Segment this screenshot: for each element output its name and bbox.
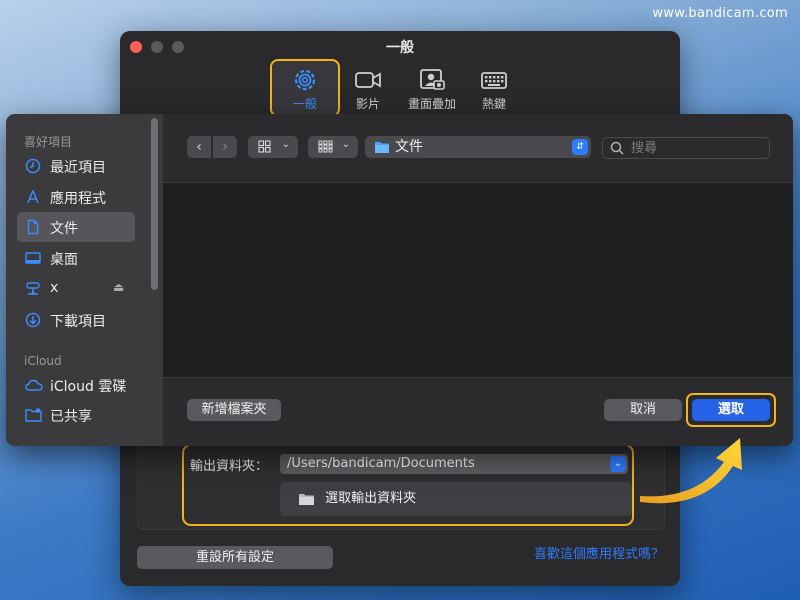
choose-output-folder-button[interactable]: 選取輸出資料夾 [280,482,632,516]
choose-button[interactable]: 選取 [692,399,770,421]
location-name: 文件 [395,139,423,155]
window-title: 一般 [386,40,414,56]
sidebar-scrollbar[interactable] [151,118,158,290]
sidebar-section-icloud: iCloud [24,354,62,368]
like-app-link[interactable]: 喜歡這個應用程式嗎？ [534,543,664,562]
view-mode-button[interactable]: ⌄ [248,136,298,158]
file-list[interactable] [163,183,793,377]
sidebar-item-label: 已共享 [50,409,92,425]
chevron-left-icon: ‹ [196,139,202,155]
gear-icon [294,69,316,91]
sidebar-item-label: iCloud 雲碟 [50,379,127,395]
sidebar-item-label: 下載項目 [50,314,106,330]
file-chooser-dialog: 喜好項目 最近項目 應用程式 文件 桌面 x ⏏ 下載項目 iCloud iCl… [6,114,793,446]
output-folder-select[interactable]: /Users/bandicam/Documents ⌄ [280,454,628,474]
reset-all-settings-button[interactable]: 重設所有設定 [137,546,333,569]
search-field[interactable] [602,137,770,159]
sidebar-item-recents[interactable]: 最近項目 [17,151,135,181]
search-icon [610,141,624,155]
sidebar-item-shared[interactable]: 已共享 [17,400,135,430]
tab-overlay[interactable]: 畫面疊加 [400,61,464,115]
tab-video[interactable]: 影片 [336,61,400,115]
tab-label: 熱鍵 [481,97,506,111]
new-folder-button[interactable]: 新增檔案夾 [187,399,281,421]
output-folder-label: 輸出資料夾： [190,459,269,474]
cancel-button[interactable]: 取消 [604,399,682,421]
document-icon [27,219,39,235]
chevron-down-icon: ⌄ [341,139,350,150]
sidebar-item-label: 應用程式 [50,191,106,207]
group-mode-button[interactable]: ⌄ [308,136,358,158]
webcam-overlay-icon [420,69,445,90]
chevron-down-icon: ⌄ [281,139,290,150]
output-folder-path: /Users/bandicam/Documents [287,456,475,471]
tab-general[interactable]: 一般 [270,59,340,117]
chevron-down-icon: ⌄ [610,456,626,472]
shared-folder-icon [25,408,42,422]
location-popup[interactable]: 文件 ⇵ [365,136,591,158]
watermark: www.bandicam.com [652,6,788,21]
download-icon [25,312,41,328]
sidebar-section-favorites: 喜好項目 [24,135,73,149]
back-button[interactable]: ‹ [187,136,211,158]
tab-label: 畫面疊加 [407,97,456,111]
annotation-arrow-icon [640,438,742,504]
sidebar-item-label: 桌面 [50,252,78,268]
settings-tabs: 一般 影片 畫面疊加 熱鍵 [120,59,680,117]
eject-icon[interactable]: ⏏ [113,280,124,294]
forward-button[interactable]: › [213,136,237,158]
chevron-right-icon: › [222,139,228,155]
sidebar: 喜好項目 最近項目 應用程式 文件 桌面 x ⏏ 下載項目 iCloud iCl… [6,114,163,446]
dialog-toolbar: ‹ › ⌄ ⌄ 文件 ⇵ 搜尋 [163,114,793,183]
cloud-icon [25,379,43,391]
sidebar-item-label: x [50,280,59,296]
icon-view-grid-icon [258,140,271,153]
sidebar-item-label: 最近項目 [50,160,106,176]
folder-icon [299,493,314,505]
tab-hotkeys[interactable]: 熱鍵 [462,61,526,115]
sidebar-item-applications[interactable]: 應用程式 [17,182,135,212]
sidebar-item-downloads[interactable]: 下載項目 [17,305,135,335]
folder-icon [375,142,389,153]
up-down-chevron-icon: ⇵ [572,139,588,155]
tab-label: 影片 [355,97,380,111]
network-drive-icon [26,282,40,295]
choose-output-folder-label: 選取輸出資料夾 [325,491,417,506]
sidebar-item-label: 文件 [50,221,78,237]
desktop-icon [25,252,41,264]
tab-label: 一般 [292,97,317,111]
clock-icon [25,158,41,174]
keyboard-icon [481,72,507,89]
group-grid-icon [318,140,333,153]
search-input[interactable] [631,138,761,158]
sidebar-item-desktop[interactable]: 桌面 [17,243,135,273]
sidebar-item-documents[interactable]: 文件 [17,212,135,242]
video-camera-icon [355,72,381,88]
apps-icon [27,190,39,204]
sidebar-item-icloud-drive[interactable]: iCloud 雲碟 [17,370,135,400]
output-folder-group: 輸出資料夾： /Users/bandicam/Documents ⌄ 選取輸出資… [182,444,634,526]
choose-button-highlight: 選取 [686,393,776,427]
sidebar-item-network-x[interactable]: x ⏏ [17,274,135,304]
file-browser: ‹ › ⌄ ⌄ 文件 ⇵ 搜尋 新增檔案夾 取消 選取 [163,114,793,446]
